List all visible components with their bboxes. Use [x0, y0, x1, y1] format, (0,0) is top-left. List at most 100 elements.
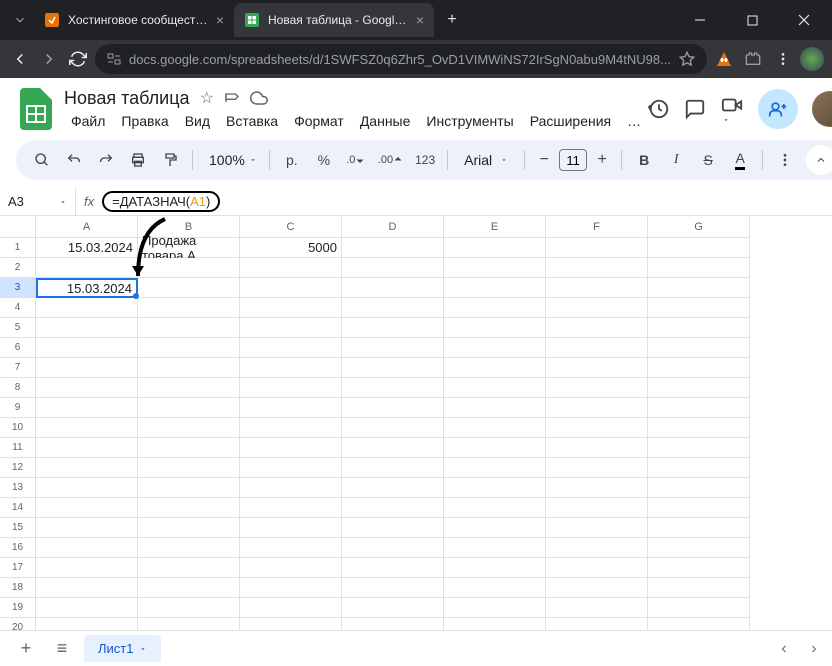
cell-A9[interactable]: [36, 398, 138, 418]
bookmark-star-icon[interactable]: [679, 51, 695, 67]
cell-G17[interactable]: [648, 558, 750, 578]
row-header-7[interactable]: 7: [0, 358, 36, 378]
cell-E19[interactable]: [444, 598, 546, 618]
cell-E5[interactable]: [444, 318, 546, 338]
cell-F8[interactable]: [546, 378, 648, 398]
formula-input[interactable]: =ДАТАЗНАЧ(A1): [102, 191, 220, 212]
profile-avatar[interactable]: [800, 45, 824, 73]
scroll-right-button[interactable]: [800, 635, 828, 663]
cell-C4[interactable]: [240, 298, 342, 318]
search-menu-icon[interactable]: [28, 146, 56, 174]
document-title[interactable]: Новая таблица: [64, 88, 190, 109]
cell-B6[interactable]: [138, 338, 240, 358]
cell-E10[interactable]: [444, 418, 546, 438]
row-header-18[interactable]: 18: [0, 578, 36, 598]
cell-F20[interactable]: [546, 618, 648, 630]
cell-D17[interactable]: [342, 558, 444, 578]
browser-tab-1[interactable]: Новая таблица - Google Табли ×: [234, 3, 434, 37]
cell-D8[interactable]: [342, 378, 444, 398]
cell-C1[interactable]: 5000: [240, 238, 342, 258]
cell-G11[interactable]: [648, 438, 750, 458]
cell-A6[interactable]: [36, 338, 138, 358]
forward-button[interactable]: [37, 45, 60, 73]
more-formats-button[interactable]: 123: [411, 146, 439, 174]
row-header-17[interactable]: 17: [0, 558, 36, 578]
decrease-decimal-button[interactable]: .0: [342, 146, 370, 174]
row-header-8[interactable]: 8: [0, 378, 36, 398]
cell-A2[interactable]: [36, 258, 138, 278]
cell-B7[interactable]: [138, 358, 240, 378]
cell-F19[interactable]: [546, 598, 648, 618]
cell-A1[interactable]: 15.03.2024: [36, 238, 138, 258]
fontsize-input[interactable]: 11: [559, 149, 587, 171]
row-header-19[interactable]: 19: [0, 598, 36, 618]
cell-G16[interactable]: [648, 538, 750, 558]
cell-D13[interactable]: [342, 478, 444, 498]
col-header-D[interactable]: D: [342, 216, 444, 238]
cell-G9[interactable]: [648, 398, 750, 418]
cell-D9[interactable]: [342, 398, 444, 418]
menu-insert[interactable]: Вставка: [219, 111, 285, 131]
cell-G7[interactable]: [648, 358, 750, 378]
menu-more[interactable]: …: [620, 111, 648, 131]
cell-A10[interactable]: [36, 418, 138, 438]
cell-G20[interactable]: [648, 618, 750, 630]
cell-G10[interactable]: [648, 418, 750, 438]
cell-E1[interactable]: [444, 238, 546, 258]
cell-F11[interactable]: [546, 438, 648, 458]
row-header-6[interactable]: 6: [0, 338, 36, 358]
row-header-16[interactable]: 16: [0, 538, 36, 558]
cell-C6[interactable]: [240, 338, 342, 358]
add-sheet-button[interactable]: +: [12, 635, 40, 663]
cell-F1[interactable]: [546, 238, 648, 258]
cell-F18[interactable]: [546, 578, 648, 598]
collapse-toolbar-button[interactable]: [806, 145, 832, 175]
cell-E17[interactable]: [444, 558, 546, 578]
cell-B16[interactable]: [138, 538, 240, 558]
row-header-11[interactable]: 11: [0, 438, 36, 458]
col-header-C[interactable]: C: [240, 216, 342, 238]
menu-data[interactable]: Данные: [353, 111, 418, 131]
row-header-3[interactable]: 3: [0, 278, 36, 298]
cell-A17[interactable]: [36, 558, 138, 578]
cell-A16[interactable]: [36, 538, 138, 558]
cell-D7[interactable]: [342, 358, 444, 378]
cell-C10[interactable]: [240, 418, 342, 438]
cell-G3[interactable]: [648, 278, 750, 298]
italic-button[interactable]: I: [662, 146, 690, 174]
cell-E11[interactable]: [444, 438, 546, 458]
cell-F12[interactable]: [546, 458, 648, 478]
cell-C18[interactable]: [240, 578, 342, 598]
redo-button[interactable]: [92, 146, 120, 174]
menu-format[interactable]: Формат: [287, 111, 351, 131]
name-box[interactable]: A3: [0, 188, 76, 215]
cell-A13[interactable]: [36, 478, 138, 498]
cell-A7[interactable]: [36, 358, 138, 378]
cell-F14[interactable]: [546, 498, 648, 518]
cell-B19[interactable]: [138, 598, 240, 618]
cell-A14[interactable]: [36, 498, 138, 518]
cell-C16[interactable]: [240, 538, 342, 558]
cell-G4[interactable]: [648, 298, 750, 318]
url-input[interactable]: docs.google.com/spreadsheets/d/1SWFSZ0q6…: [95, 44, 707, 74]
cell-B17[interactable]: [138, 558, 240, 578]
cell-G5[interactable]: [648, 318, 750, 338]
cell-A3[interactable]: 15.03.2024: [36, 278, 138, 298]
all-sheets-button[interactable]: ≡: [48, 635, 76, 663]
menu-edit[interactable]: Правка: [114, 111, 175, 131]
currency-button[interactable]: р.: [278, 146, 306, 174]
cell-B11[interactable]: [138, 438, 240, 458]
cell-C5[interactable]: [240, 318, 342, 338]
paint-format-button[interactable]: [156, 146, 184, 174]
cell-D16[interactable]: [342, 538, 444, 558]
cell-F3[interactable]: [546, 278, 648, 298]
cell-F4[interactable]: [546, 298, 648, 318]
cloud-status-icon[interactable]: [250, 89, 268, 107]
cell-G12[interactable]: [648, 458, 750, 478]
menu-view[interactable]: Вид: [178, 111, 217, 131]
cell-G1[interactable]: [648, 238, 750, 258]
cell-C15[interactable]: [240, 518, 342, 538]
more-toolbar-button[interactable]: [771, 146, 799, 174]
minimize-button[interactable]: [678, 5, 722, 35]
scroll-left-button[interactable]: [770, 635, 798, 663]
